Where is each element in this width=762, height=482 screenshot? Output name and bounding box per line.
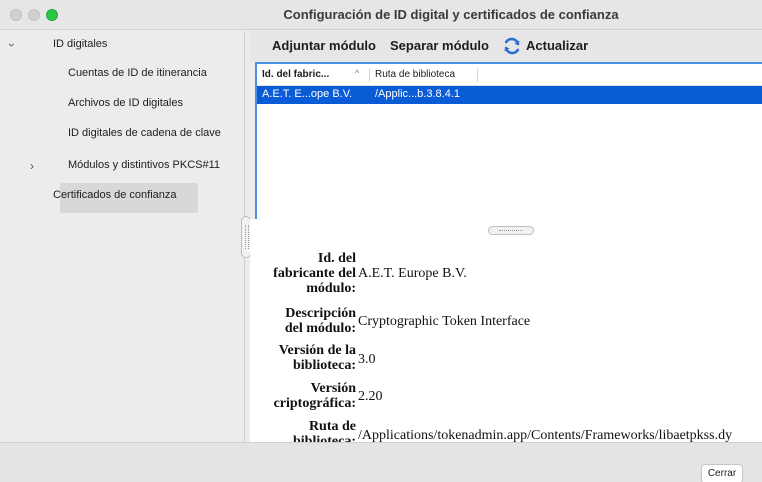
window: Configuración de ID digital y certificad… bbox=[0, 0, 762, 482]
chevron-right-icon[interactable]: › bbox=[30, 153, 34, 179]
detail-value-manufacturer: A.E.T. Europe B.V. bbox=[358, 266, 467, 281]
module-details: Id. del fabricante del módulo: A.E.T. Eu… bbox=[250, 219, 762, 449]
main-panel: Adjuntar módulo Separar módulo Actualiza… bbox=[250, 31, 762, 449]
sidebar-item-keychain-ids[interactable]: ID digitales de cadena de clave bbox=[0, 120, 245, 146]
toolbar: Adjuntar módulo Separar módulo Actualiza… bbox=[250, 31, 762, 61]
table-cell: A.E.T. E...ope B.V. bbox=[262, 88, 353, 100]
close-window-button[interactable] bbox=[10, 9, 22, 21]
sidebar: › ID digitales Cuentas de ID de itineran… bbox=[0, 31, 245, 442]
minimize-window-button[interactable] bbox=[28, 9, 40, 21]
table-cell: /Applic...b.3.8.4.1 bbox=[375, 88, 460, 100]
detail-value-crypto-version: 2.20 bbox=[358, 389, 383, 404]
table-header: Id. del fabric... ^ Ruta de biblioteca bbox=[257, 64, 762, 86]
sidebar-item-label: Certificados de confianza bbox=[53, 189, 177, 201]
sidebar-item-roaming-ids[interactable]: Cuentas de ID de itinerancia bbox=[0, 60, 245, 86]
detail-value-description: Cryptographic Token Interface bbox=[358, 314, 531, 329]
sidebar-item-label: ID digitales bbox=[53, 38, 108, 50]
chevron-down-icon[interactable]: › bbox=[0, 43, 25, 47]
column-header-library-path[interactable]: Ruta de biblioteca bbox=[375, 69, 455, 80]
column-divider[interactable] bbox=[477, 68, 478, 82]
footer: Cerrar bbox=[0, 442, 762, 482]
close-button[interactable]: Cerrar bbox=[701, 464, 743, 482]
table-resize-handle[interactable] bbox=[488, 226, 534, 235]
detail-label-crypto-version: Versión criptográfica: bbox=[273, 381, 356, 411]
detail-label-library-version: Versión de la biblioteca: bbox=[278, 343, 356, 373]
title-bar: Configuración de ID digital y certificad… bbox=[0, 0, 762, 30]
attach-module-button[interactable]: Adjuntar módulo bbox=[272, 38, 376, 53]
sidebar-item-trusted-certificates[interactable]: Certificados de confianza bbox=[0, 182, 245, 208]
sidebar-item-label: Cuentas de ID de itinerancia bbox=[68, 67, 207, 79]
detail-label-description: Descripción del módulo: bbox=[284, 306, 356, 336]
zoom-window-button[interactable] bbox=[46, 9, 58, 21]
sidebar-item-id-files[interactable]: Archivos de ID digitales bbox=[0, 90, 245, 116]
window-title: Configuración de ID digital y certificad… bbox=[283, 7, 619, 22]
refresh-button[interactable]: Actualizar bbox=[526, 38, 588, 53]
sidebar-item-label: Archivos de ID digitales bbox=[68, 97, 183, 109]
sidebar-item-label: Módulos y distintivos PKCS#11 bbox=[68, 159, 221, 171]
detail-value-library-version: 3.0 bbox=[358, 352, 376, 367]
column-divider[interactable] bbox=[369, 68, 370, 82]
column-header-manufacturer[interactable]: Id. del fabric... bbox=[262, 69, 329, 80]
table-row[interactable]: A.E.T. E...ope B.V. /Applic...b.3.8.4.1 bbox=[257, 86, 762, 104]
detach-module-button[interactable]: Separar módulo bbox=[390, 38, 489, 53]
refresh-icon[interactable] bbox=[502, 36, 522, 56]
modules-table[interactable]: Id. del fabric... ^ Ruta de biblioteca A… bbox=[255, 62, 762, 222]
sidebar-item-id-digitales[interactable]: › ID digitales bbox=[0, 31, 245, 57]
sidebar-item-label: ID digitales de cadena de clave bbox=[68, 127, 221, 139]
sort-ascending-icon[interactable]: ^ bbox=[355, 68, 359, 78]
detail-label-manufacturer: Id. del fabricante del módulo: bbox=[273, 251, 356, 296]
sidebar-item-pkcs11-modules[interactable]: › Módulos y distintivos PKCS#11 bbox=[0, 152, 245, 178]
